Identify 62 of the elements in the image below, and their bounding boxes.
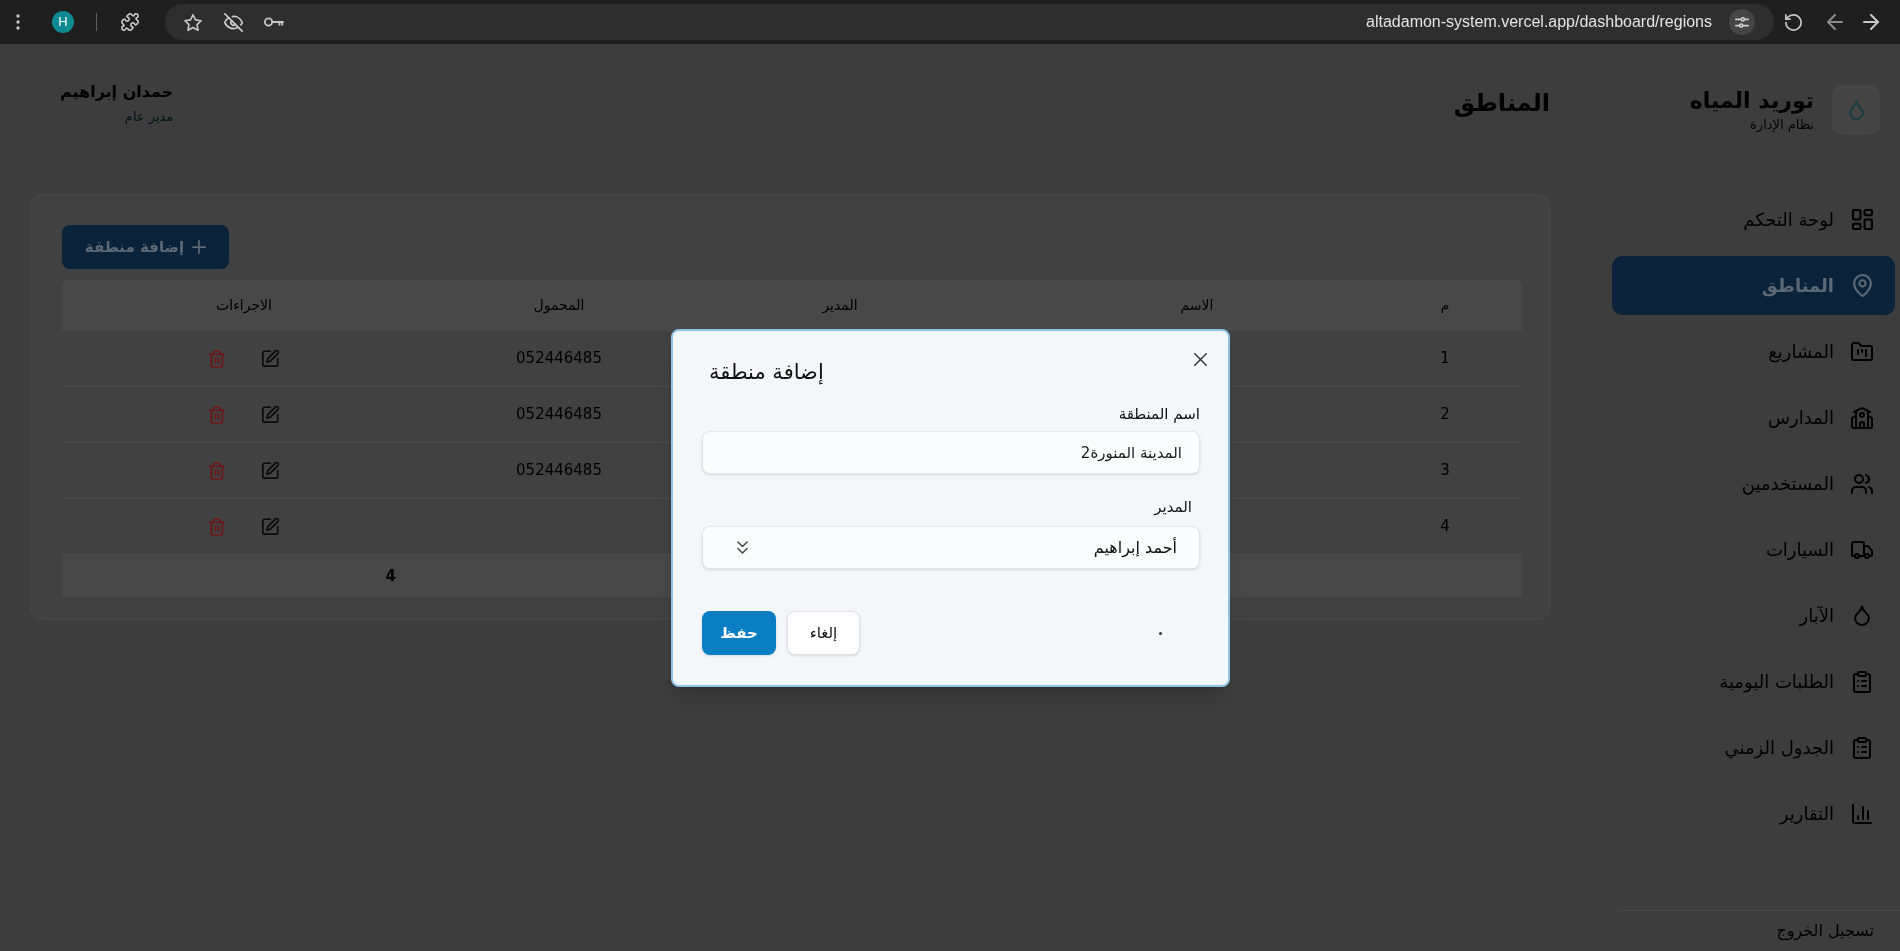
table-cell-text: 052446485 xyxy=(516,404,602,426)
key-icon[interactable] xyxy=(264,17,284,27)
table-cell-text: 3 xyxy=(1440,460,1450,482)
sidebar-item[interactable]: الآبار xyxy=(1612,586,1895,645)
more-options-icon[interactable] xyxy=(16,14,20,30)
column-header: المدير xyxy=(822,296,858,316)
manager-select[interactable]: أحمد إبراهيم xyxy=(702,526,1200,569)
school-icon xyxy=(1851,406,1873,429)
sidebar-item[interactable]: المدارس xyxy=(1612,388,1895,447)
field-label: اسم المنطقة xyxy=(1118,404,1200,425)
clipboard-list-icon xyxy=(1853,736,1871,759)
forward-arrow-icon[interactable] xyxy=(1863,14,1879,30)
table-cell-text: 1 xyxy=(1440,348,1450,370)
close-icon[interactable] xyxy=(1194,353,1207,366)
table-cell-text: 2 xyxy=(1440,404,1450,426)
column-header: م xyxy=(1440,296,1450,315)
url-text: altadamon-system.vercel.app/dashboard/regions xyxy=(1366,12,1712,32)
user-role: مدير عام xyxy=(124,107,174,127)
app-subtitle: نظام الإدارة xyxy=(1750,116,1814,134)
users-icon xyxy=(1851,473,1873,494)
reload-icon[interactable] xyxy=(1785,13,1802,31)
user-name: حمدان إبراهيم xyxy=(60,80,174,103)
region-name-input[interactable]: المدينة المنورة2 xyxy=(702,431,1200,474)
table-cell-text: 052446485 xyxy=(516,460,602,482)
star-icon[interactable] xyxy=(184,13,202,31)
sliders-icon[interactable] xyxy=(1729,9,1755,35)
map-pin-icon xyxy=(1852,274,1872,297)
sidebar-item[interactable]: المستخدمين xyxy=(1612,454,1895,513)
bar-chart-icon xyxy=(1852,803,1872,824)
column-header: الاجراءات xyxy=(216,296,272,316)
cancel-button[interactable]: إلغاء xyxy=(787,611,860,655)
column-header: الاسم xyxy=(1180,296,1214,316)
puzzle-icon[interactable] xyxy=(121,13,139,31)
grid-icon xyxy=(1851,209,1873,230)
sidebar-item[interactable]: الطلبات اليومية xyxy=(1612,652,1895,711)
eye-off-icon[interactable] xyxy=(224,12,243,32)
page-title: المناطق xyxy=(1453,88,1550,119)
sidebar-item[interactable]: المشاريع xyxy=(1612,322,1895,381)
sidebar-item[interactable]: لوحة التحكم xyxy=(1612,190,1895,249)
clipboard-list-icon xyxy=(1853,670,1871,693)
truck-icon xyxy=(1851,540,1873,559)
chevrons-down-icon xyxy=(737,541,748,554)
droplet-icon xyxy=(1854,605,1870,626)
plus-icon xyxy=(192,240,207,254)
table-cell-text: 052446485 xyxy=(516,348,602,370)
sidebar-item[interactable]: التقارير xyxy=(1612,784,1895,843)
total-count: 4 xyxy=(385,565,396,587)
sidebar-item[interactable]: المناطق xyxy=(1612,256,1895,315)
profile-avatar[interactable]: H xyxy=(52,11,74,33)
sidebar-item[interactable]: الجدول الزمني xyxy=(1612,718,1895,777)
logout-link[interactable]: تسجيل الخروج xyxy=(1776,919,1874,943)
address-bar[interactable]: altadamon-system.vercel.app/dashboard/regions xyxy=(165,4,1774,40)
save-button[interactable]: حفظ xyxy=(702,611,776,655)
sidebar-item[interactable]: السيارات xyxy=(1612,520,1895,579)
field-label: المدير xyxy=(1154,497,1192,518)
droplet-logo-icon xyxy=(1832,85,1880,135)
add-region-button[interactable]: إضافة منطقة xyxy=(62,225,229,269)
dialog-title: إضافة منطقة xyxy=(709,359,824,386)
folder-icon xyxy=(1851,342,1873,361)
app-title: توريد المياه xyxy=(1689,87,1814,116)
column-header: المحمول xyxy=(533,296,585,316)
table-cell-text: 4 xyxy=(1440,516,1450,538)
